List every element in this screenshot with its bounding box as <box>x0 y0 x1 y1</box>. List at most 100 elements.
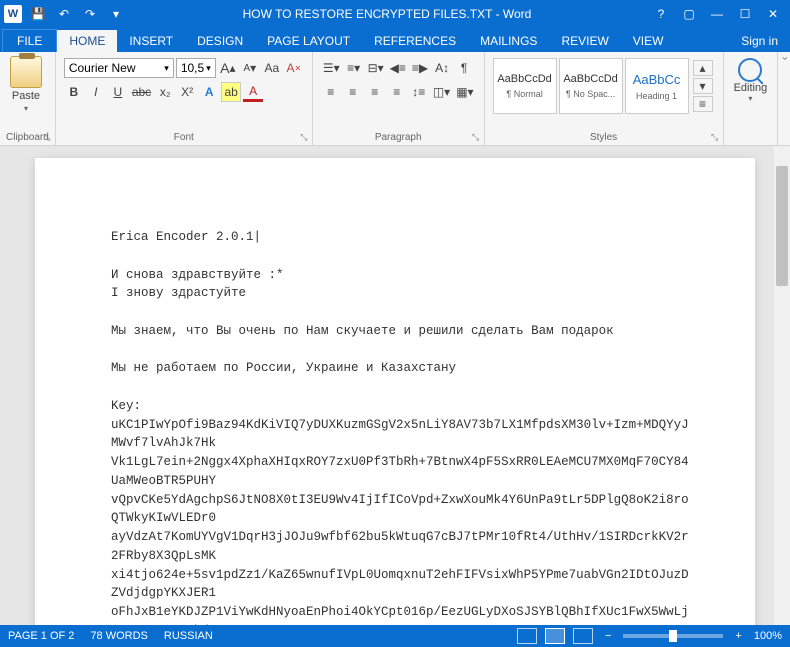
vertical-scrollbar[interactable] <box>774 146 790 625</box>
file-tab[interactable]: FILE <box>2 29 57 52</box>
minimize-icon[interactable]: — <box>704 4 730 24</box>
collapse-ribbon-icon[interactable]: ˇ <box>778 52 790 145</box>
window-title: HOW TO RESTORE ENCRYPTED FILES.TXT - Wor… <box>126 7 648 21</box>
font-group-label: Font <box>62 130 306 145</box>
save-icon[interactable]: 💾 <box>28 4 48 24</box>
word-app-icon: W <box>4 5 22 23</box>
font-launcher-icon[interactable]: ⤡ <box>298 131 310 143</box>
undo-icon[interactable]: ↶ <box>54 4 74 24</box>
align-center-button[interactable]: ≡ <box>343 82 363 102</box>
maximize-icon[interactable]: ☐ <box>732 4 758 24</box>
find-icon <box>738 58 762 82</box>
grow-font-button[interactable]: A▴ <box>218 58 238 78</box>
tab-review[interactable]: REVIEW <box>549 30 620 52</box>
group-styles: AaBbCcDd ¶ Normal AaBbCcDd ¶ No Spac... … <box>485 52 724 145</box>
redo-icon[interactable]: ↷ <box>80 4 100 24</box>
clipboard-icon <box>10 56 42 88</box>
show-marks-button[interactable]: ¶ <box>454 58 474 78</box>
tab-page-layout[interactable]: PAGE LAYOUT <box>255 30 362 52</box>
ribbon-tabs: FILE HOME INSERT DESIGN PAGE LAYOUT REFE… <box>0 28 790 52</box>
editing-group-label <box>730 141 772 145</box>
tab-design[interactable]: DESIGN <box>185 30 255 52</box>
tab-view[interactable]: VIEW <box>621 30 676 52</box>
document-body-text[interactable]: Erica Encoder 2.0.1| И снова здравствуйт… <box>111 228 695 625</box>
highlight-button[interactable]: ab <box>221 82 241 102</box>
zoom-thumb[interactable] <box>669 630 677 642</box>
styles-row-down-icon[interactable]: ▾ <box>693 78 713 94</box>
font-name-select[interactable]: Courier New▾ <box>64 58 174 78</box>
zoom-out-button[interactable]: − <box>601 630 615 642</box>
style-no-spacing[interactable]: AaBbCcDd ¶ No Spac... <box>559 58 623 114</box>
italic-button[interactable]: I <box>86 82 106 102</box>
justify-button[interactable]: ≡ <box>387 82 407 102</box>
multilevel-button[interactable]: ⊟▾ <box>366 58 386 78</box>
style-preview: AaBbCc <box>633 72 681 87</box>
group-editing: Editing ▾ <box>724 52 779 145</box>
document-area[interactable]: Erica Encoder 2.0.1| И снова здравствуйт… <box>0 146 790 625</box>
group-font: Courier New▾ 10,5▾ A▴ A▾ Aa A✕ B I U abc… <box>56 52 313 145</box>
text-effects-button[interactable]: A <box>199 82 219 102</box>
tab-home[interactable]: HOME <box>57 30 117 52</box>
strikethrough-button[interactable]: abc <box>130 82 153 102</box>
paste-button[interactable]: Paste ▾ <box>6 54 46 115</box>
style-name: ¶ No Spac... <box>566 89 615 99</box>
read-mode-button[interactable] <box>517 628 537 644</box>
close-icon[interactable]: ✕ <box>760 4 786 24</box>
style-preview: AaBbCcDd <box>497 73 551 85</box>
font-size-select[interactable]: 10,5▾ <box>176 58 216 78</box>
paste-label: Paste <box>12 90 40 102</box>
word-count[interactable]: 78 WORDS <box>90 630 147 642</box>
scrollbar-thumb[interactable] <box>776 166 788 286</box>
ribbon-options-icon[interactable]: ▢ <box>676 4 702 24</box>
zoom-level[interactable]: 100% <box>754 630 782 642</box>
clear-formatting-button[interactable]: A✕ <box>284 58 304 78</box>
clipboard-launcher-icon[interactable]: ⤡ <box>41 131 53 143</box>
zoom-slider[interactable] <box>623 634 723 638</box>
style-name: ¶ Normal <box>506 89 542 99</box>
superscript-button[interactable]: X² <box>177 82 197 102</box>
tab-references[interactable]: REFERENCES <box>362 30 468 52</box>
align-left-button[interactable]: ≡ <box>321 82 341 102</box>
numbering-button[interactable]: ≡▾ <box>344 58 364 78</box>
language-indicator[interactable]: RUSSIAN <box>164 630 213 642</box>
qat-customize-icon[interactable]: ▾ <box>106 4 126 24</box>
shading-button[interactable]: ◫▾ <box>431 82 452 102</box>
font-color-button[interactable]: A <box>243 82 263 102</box>
underline-button[interactable]: U <box>108 82 128 102</box>
shrink-font-button[interactable]: A▾ <box>240 58 260 78</box>
web-layout-button[interactable] <box>573 628 593 644</box>
sign-in-link[interactable]: Sign in <box>729 30 790 52</box>
styles-launcher-icon[interactable]: ⤡ <box>709 131 721 143</box>
statusbar: PAGE 1 OF 2 78 WORDS RUSSIAN − + 100% <box>0 625 790 647</box>
help-icon[interactable]: ? <box>648 4 674 24</box>
group-clipboard: Paste ▾ Clipboard ⤡ <box>0 52 56 145</box>
borders-button[interactable]: ▦▾ <box>454 82 475 102</box>
page-indicator[interactable]: PAGE 1 OF 2 <box>8 630 74 642</box>
increase-indent-button[interactable]: ≡▶ <box>410 58 430 78</box>
style-name: Heading 1 <box>636 91 677 101</box>
style-heading1[interactable]: AaBbCc Heading 1 <box>625 58 689 114</box>
style-normal[interactable]: AaBbCcDd ¶ Normal <box>493 58 557 114</box>
sort-button[interactable]: A↕ <box>432 58 452 78</box>
ribbon: Paste ▾ Clipboard ⤡ Courier New▾ 10,5▾ A… <box>0 52 790 146</box>
zoom-in-button[interactable]: + <box>731 630 745 642</box>
tab-mailings[interactable]: MAILINGS <box>468 30 549 52</box>
line-spacing-button[interactable]: ↕≡ <box>409 82 429 102</box>
bullets-button[interactable]: ☰▾ <box>321 58 342 78</box>
styles-row-up-icon[interactable]: ▴ <box>693 60 713 76</box>
change-case-button[interactable]: Aa <box>262 58 282 78</box>
editing-button[interactable]: Editing ▾ <box>730 54 772 107</box>
titlebar: W 💾 ↶ ↷ ▾ HOW TO RESTORE ENCRYPTED FILES… <box>0 0 790 28</box>
subscript-button[interactable]: x₂ <box>155 82 175 102</box>
paragraph-group-label: Paragraph <box>319 130 478 145</box>
print-layout-button[interactable] <box>545 628 565 644</box>
tab-insert[interactable]: INSERT <box>117 30 185 52</box>
styles-expand-icon[interactable]: ≡ <box>693 96 713 112</box>
style-preview: AaBbCcDd <box>563 73 617 85</box>
align-right-button[interactable]: ≡ <box>365 82 385 102</box>
document-page[interactable]: Erica Encoder 2.0.1| И снова здравствуйт… <box>35 158 755 625</box>
decrease-indent-button[interactable]: ◀≡ <box>388 58 408 78</box>
styles-group-label: Styles <box>491 130 717 145</box>
bold-button[interactable]: B <box>64 82 84 102</box>
paragraph-launcher-icon[interactable]: ⤡ <box>470 131 482 143</box>
